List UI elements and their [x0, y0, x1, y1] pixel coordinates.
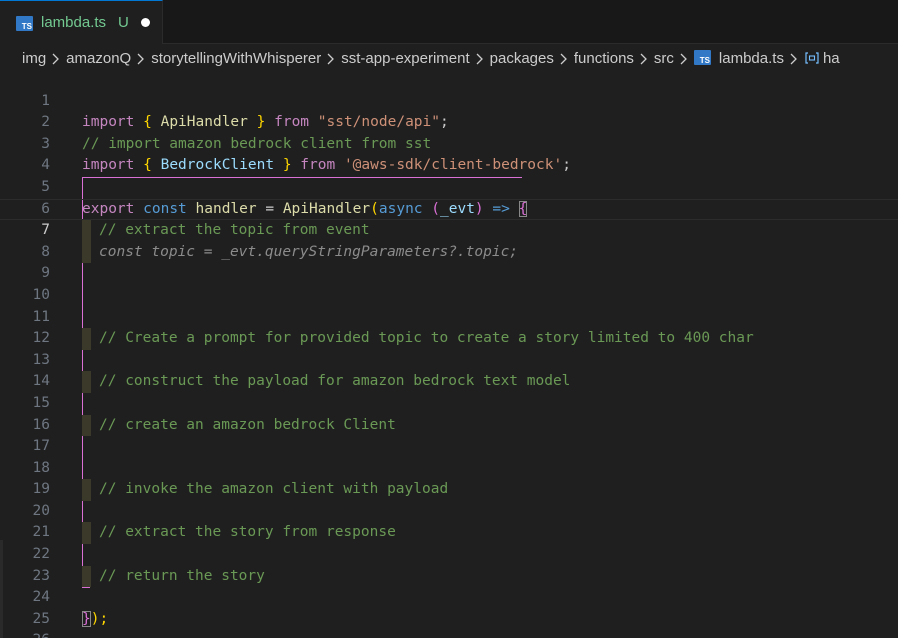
tab-bar: TS lambda.ts U [0, 0, 898, 44]
code-line[interactable]: 17 [0, 415, 898, 454]
code-line[interactable]: 24 }); [0, 566, 898, 627]
code-line[interactable]: 14 [0, 350, 898, 389]
code-line[interactable]: 25 [0, 587, 898, 627]
breadcrumb-item-packages[interactable]: packages [490, 50, 554, 67]
chevron-right-icon [639, 51, 648, 65]
code-line[interactable]: 8 [0, 220, 898, 260]
code-line[interactable]: 18 // invoke the amazon client with payl… [0, 436, 898, 501]
tab-lambda-ts[interactable]: TS lambda.ts U [0, 0, 163, 44]
chevron-right-icon [326, 51, 335, 65]
chevron-right-icon [789, 51, 798, 65]
breadcrumb-file-label: lambda.ts [718, 49, 784, 67]
chevron-right-icon [136, 51, 145, 65]
variable-symbol-icon [804, 51, 820, 65]
code-line[interactable]: 5 export const handler = ApiHandler(asyn… [0, 155, 898, 217]
code-line[interactable]: 4 [0, 134, 898, 173]
line-number: 26 [0, 630, 50, 638]
chevron-right-icon [679, 51, 688, 65]
unsaved-changes-dot-icon[interactable] [141, 18, 150, 27]
breadcrumb-item-file[interactable]: TS lambda.ts [693, 49, 784, 67]
code-line[interactable]: 6 // extract the topic from event [0, 177, 898, 242]
code-editor: TS lambda.ts U img amazonQ storytellingW… [0, 0, 898, 638]
breadcrumb-item-src[interactable]: src [654, 50, 674, 67]
code-line[interactable]: 15 // create an amazon bedrock Client [0, 371, 898, 437]
code-line[interactable]: 22 // return the story [0, 522, 898, 588]
breadcrumb: img amazonQ storytellingWithWhisperer ss… [22, 47, 840, 69]
code-line[interactable]: 16 [0, 393, 898, 433]
code-line[interactable]: 2 // import amazon bedrock client from s… [0, 91, 898, 152]
code-line-current[interactable]: 7 const topic = _evt.queryStringParamete… [0, 199, 898, 264]
code-line[interactable]: 23 [0, 544, 898, 584]
breadcrumb-item-img[interactable]: img [22, 50, 46, 67]
gutter-edge [0, 540, 3, 638]
code-line[interactable]: 1 import { ApiHandler } from "sst/node/a… [0, 69, 898, 131]
code-area[interactable]: 1 import { ApiHandler } from "sst/node/a… [0, 69, 898, 638]
breadcrumb-item-symbol[interactable]: ha [804, 50, 840, 67]
code-line[interactable]: 21 [0, 501, 898, 540]
code-line[interactable]: 13 // construct the payload for amazon b… [0, 328, 898, 393]
breadcrumb-symbol-label: ha [822, 49, 840, 67]
breadcrumb-item-functions[interactable]: functions [574, 50, 634, 67]
code-line[interactable]: 26 [0, 609, 898, 638]
breadcrumb-item-amazonq[interactable]: amazonQ [66, 50, 131, 67]
code-line[interactable]: 19 [0, 458, 898, 497]
code-line[interactable]: 3 import { BedrockClient } from '@aws-sd… [0, 112, 898, 174]
typescript-file-icon: TS [16, 16, 33, 31]
breadcrumb-item-storytelling[interactable]: storytellingWithWhisperer [151, 50, 321, 67]
chevron-right-icon [51, 51, 60, 65]
chevron-right-icon [559, 51, 568, 65]
tab-label: lambda.ts [41, 14, 107, 31]
breadcrumb-item-sst-app[interactable]: sst-app-experiment [341, 50, 469, 67]
git-untracked-badge: U [118, 14, 129, 31]
chevron-right-icon [475, 51, 484, 65]
code-line[interactable]: 9 [0, 242, 898, 281]
code-line[interactable]: 20 // extract the story from response [0, 479, 898, 545]
code-line[interactable]: 12 [0, 307, 898, 346]
code-line[interactable]: 10 [0, 263, 898, 303]
code-line[interactable]: 11 // Create a prompt for provided topic… [0, 285, 898, 350]
typescript-file-icon: TS [693, 50, 711, 66]
